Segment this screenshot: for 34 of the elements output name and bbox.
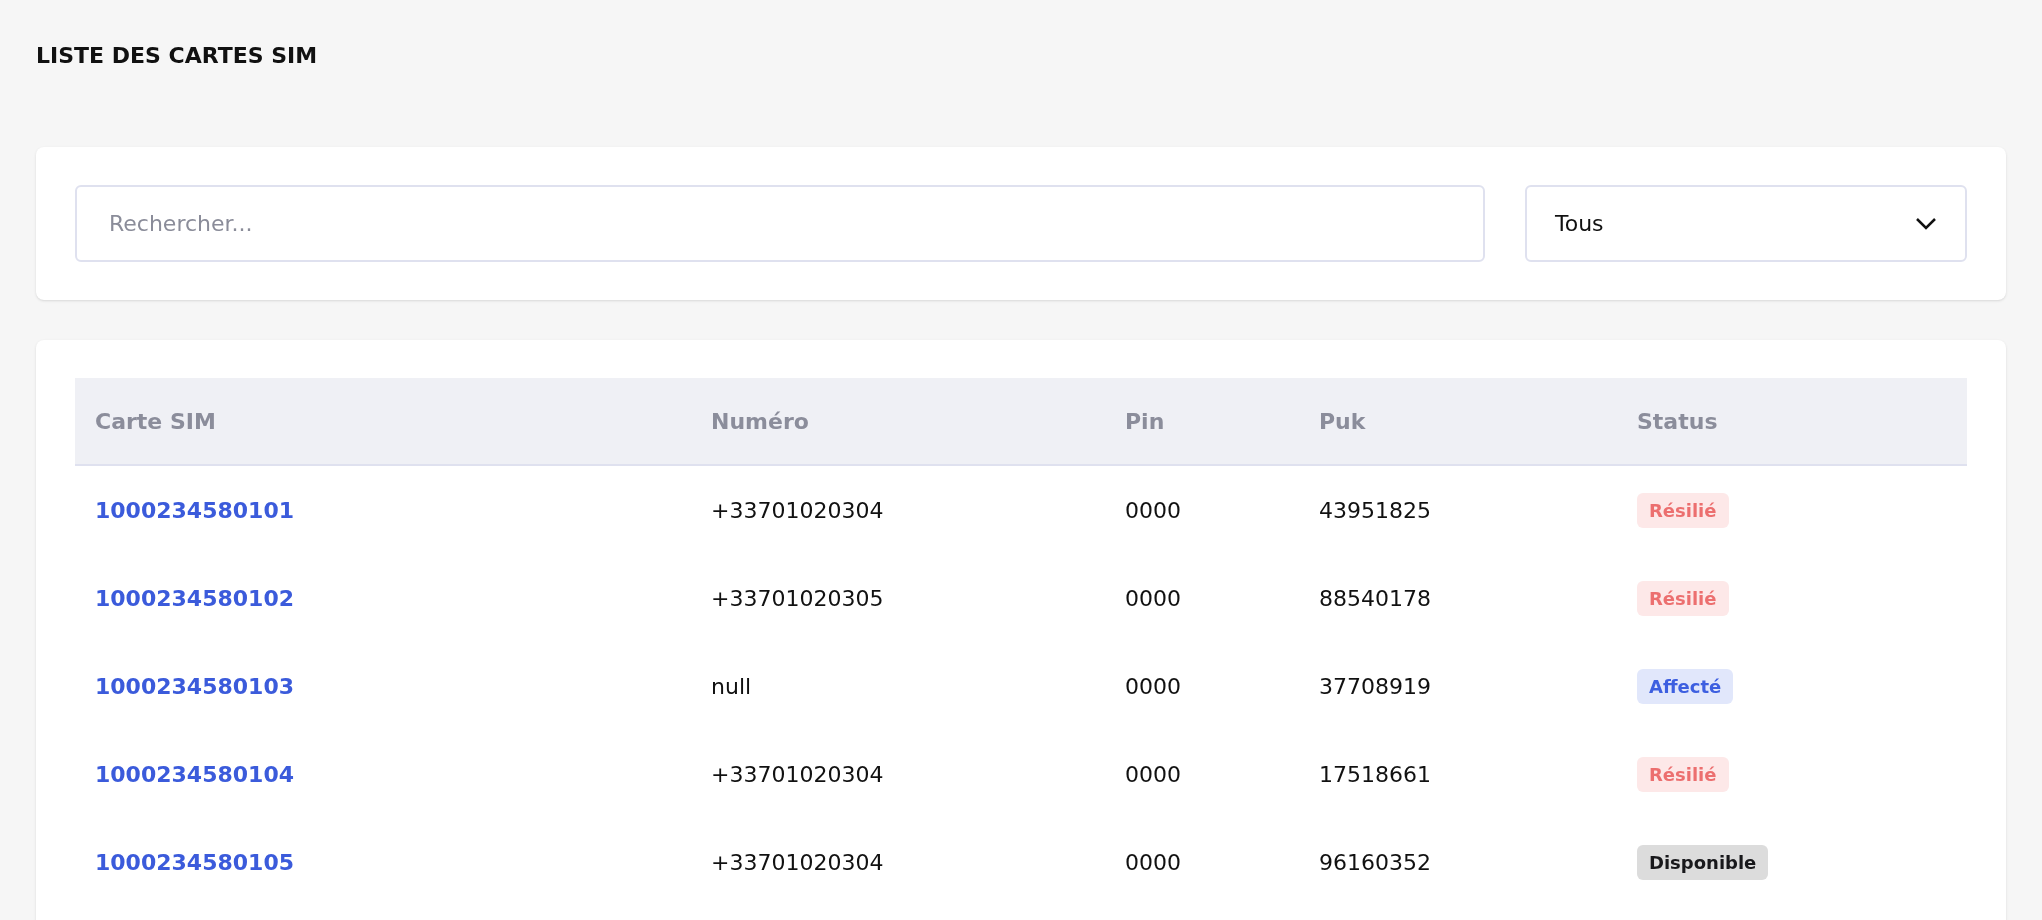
table-cell: 17518661 [1319, 761, 1431, 787]
status-select[interactable]: Tous [1525, 185, 1967, 262]
status-badge: Disponible [1637, 844, 1769, 880]
table-cell: +33701020304 [711, 497, 884, 523]
table-cell: +33701020305 [711, 585, 884, 611]
status-badge: Affecté [1637, 668, 1734, 704]
sim-link[interactable]: 1000234580103 [95, 673, 294, 699]
status-badge: Résilié [1637, 492, 1729, 528]
column-header: Pin [1125, 408, 1165, 434]
sim-link[interactable]: 1000234580105 [95, 849, 294, 875]
chevron-down-icon [1915, 216, 1937, 231]
table-cell: 96160352 [1319, 849, 1431, 875]
table-cell: null [711, 673, 752, 699]
table-cell: +33701020304 [711, 761, 884, 787]
table-cell: +33701020304 [711, 849, 884, 875]
column-header: Status [1637, 408, 1718, 434]
table-cell: 43951825 [1319, 497, 1431, 523]
table-cell: 88540178 [1319, 585, 1431, 611]
column-header: Puk [1319, 408, 1366, 434]
status-badge: Résilié [1637, 756, 1729, 792]
table-cell: 0000 [1125, 849, 1181, 875]
table-cell: 0000 [1125, 585, 1181, 611]
table-cell: 0000 [1125, 497, 1181, 523]
search-field[interactable]: Rechercher... [75, 185, 1485, 262]
table-cell: 37708919 [1319, 673, 1431, 699]
table-cell: 0000 [1125, 673, 1181, 699]
page-title: LISTE DES CARTES SIM [36, 42, 318, 70]
column-header: Carte SIM [95, 408, 216, 434]
sim-link[interactable]: 1000234580104 [95, 761, 294, 787]
column-header: Numéro [711, 408, 809, 434]
table-cell: 0000 [1125, 761, 1181, 787]
sim-link[interactable]: 1000234580101 [95, 497, 294, 523]
sim-link[interactable]: 1000234580102 [95, 585, 294, 611]
status-badge: Résilié [1637, 580, 1729, 616]
